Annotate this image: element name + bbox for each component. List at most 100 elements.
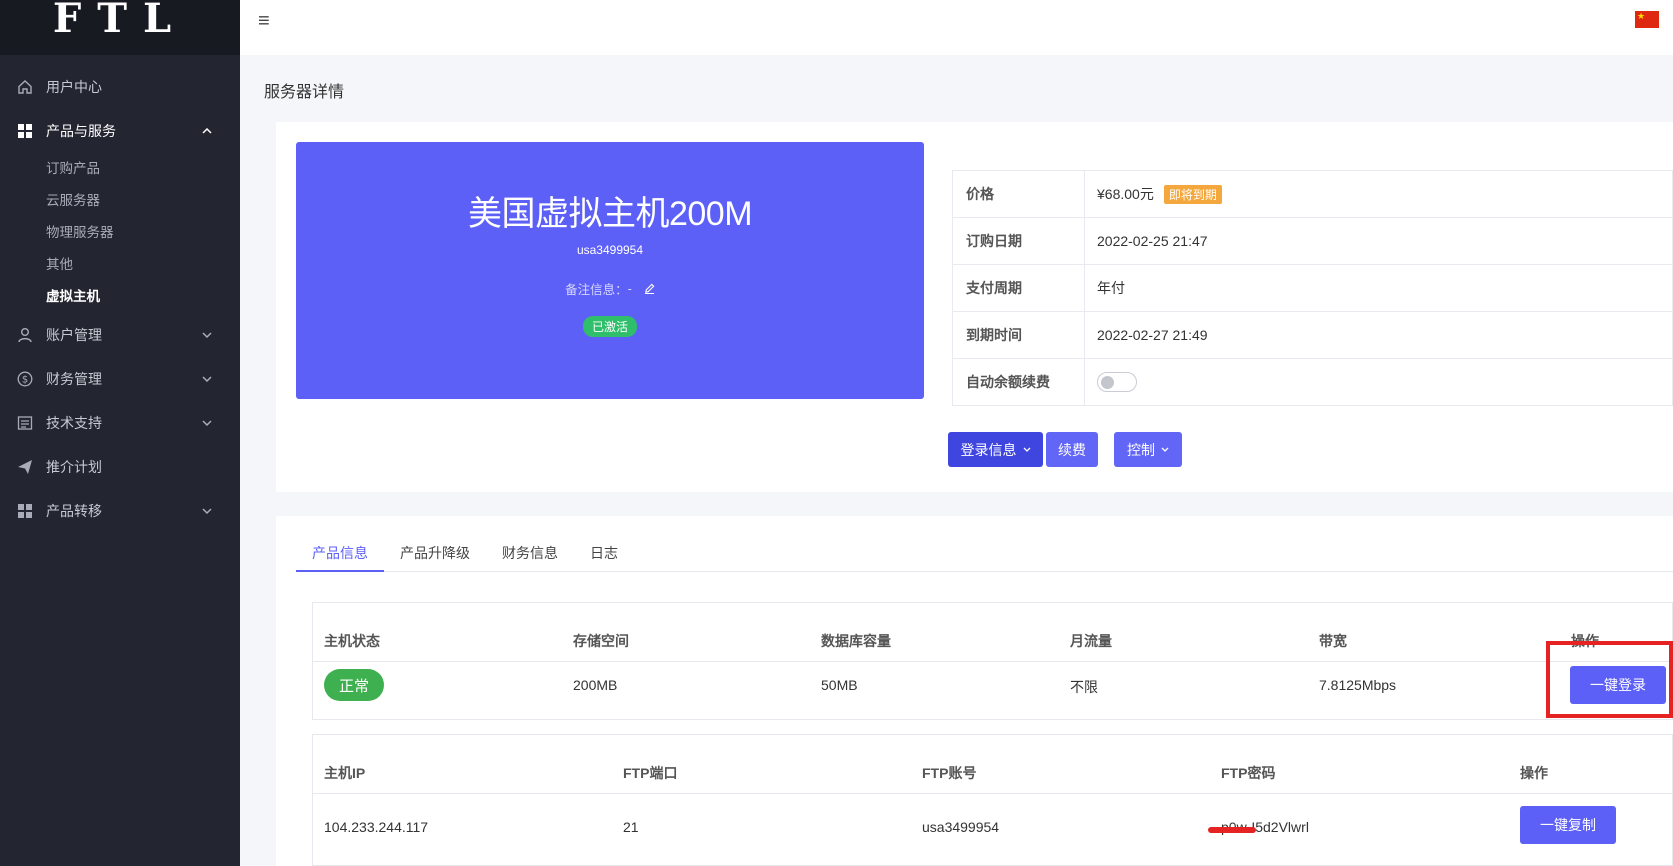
paper-plane-icon <box>16 458 34 476</box>
sidebar-nav: 用户中心 产品与服务 订购产品 云服务器 物理服务器 其他 虚拟主机 账户管理 <box>0 65 240 533</box>
chevron-up-icon <box>202 128 212 134</box>
sidebar-item-account[interactable]: 账户管理 <box>0 313 240 357</box>
dollar-icon: $ <box>16 370 34 388</box>
note-value: - <box>627 281 632 296</box>
logo[interactable]: FTL <box>0 0 240 55</box>
sidebar-item-label: 产品与服务 <box>46 123 116 139</box>
server-info-table: 价格 ¥68.00元 即将到期 订购日期 2022-02-25 21:47 支付周… <box>952 170 1673 406</box>
tab-product-info[interactable]: 产品信息 <box>296 538 384 572</box>
table-header-row: 主机IP FTP端口 FTP账号 FTP密码 操作 <box>313 735 1672 794</box>
column-header: 主机状态 <box>324 633 380 649</box>
product-username: usa3499954 <box>576 243 644 257</box>
svg-text:$: $ <box>22 375 28 386</box>
sidebar-submenu: 订购产品 云服务器 物理服务器 其他 虚拟主机 <box>0 153 240 313</box>
note-row: 备注信息： - <box>296 279 924 298</box>
column-header: FTP端口 <box>623 765 678 781</box>
sidebar-subitem-other[interactable]: 其他 <box>0 249 240 281</box>
column-header: 数据库容量 <box>821 633 891 649</box>
info-value: 2022-02-27 21:49 <box>1084 311 1673 359</box>
sidebar-subitem-physical-server[interactable]: 物理服务器 <box>0 217 240 249</box>
info-row-price: 价格 ¥68.00元 即将到期 <box>952 170 1673 218</box>
bandwidth-value: 7.8125Mbps <box>1319 677 1397 693</box>
sidebar-item-label: 技术支持 <box>46 415 102 431</box>
tab-finance[interactable]: 财务信息 <box>486 538 574 572</box>
price-value: ¥68.00元 <box>1097 186 1154 202</box>
redaction-mark <box>1208 827 1256 833</box>
info-label: 支付周期 <box>952 264 1085 312</box>
tab-log[interactable]: 日志 <box>574 538 634 572</box>
table-header-row: 主机状态 存储空间 数据库容量 月流量 带宽 操作 <box>313 603 1672 662</box>
sidebar-item-referral[interactable]: 推介计划 <box>0 445 240 489</box>
home-icon <box>16 78 34 96</box>
column-header: 带宽 <box>1319 633 1347 649</box>
info-value <box>1084 358 1673 406</box>
note-label: 备注信息： <box>565 283 628 297</box>
traffic-value: 不限 <box>1070 679 1098 695</box>
one-click-copy-button[interactable]: 一键复制 <box>1520 806 1616 844</box>
host-status-table: 主机状态 存储空间 数据库容量 月流量 带宽 操作 正常 200MB 50MB … <box>312 602 1673 720</box>
tab-upgrade[interactable]: 产品升降级 <box>384 538 486 572</box>
grid-icon <box>16 502 34 520</box>
db-capacity-value: 50MB <box>821 677 858 693</box>
renew-button[interactable]: 续费 <box>1046 432 1098 467</box>
chevron-down-icon <box>202 420 212 426</box>
ftp-account-value: usa3499954 <box>922 819 1000 835</box>
info-row-auto-renew: 自动余额续费 <box>952 358 1673 406</box>
expiring-tag: 即将到期 <box>1163 185 1222 204</box>
status-badge: 已激活 <box>582 316 637 337</box>
column-header: FTP密码 <box>1221 765 1276 781</box>
control-label: 控制 <box>1127 441 1155 458</box>
chevron-down-icon <box>202 508 212 514</box>
top-bar: ≡ ★ <box>240 0 1673 55</box>
info-row-expiry: 到期时间 2022-02-27 21:49 <box>952 311 1673 359</box>
ftp-port-value: 21 <box>623 819 639 835</box>
chevron-down-icon <box>1161 447 1169 452</box>
edit-icon[interactable] <box>644 283 655 294</box>
info-label: 价格 <box>952 170 1085 218</box>
host-ip-value: 104.233.244.117 <box>324 819 429 835</box>
auto-renew-toggle[interactable] <box>1097 372 1137 392</box>
highlight-box <box>1546 641 1673 718</box>
sidebar-subitem-cloud-server[interactable]: 云服务器 <box>0 185 240 217</box>
sidebar-subitem-virtual-host[interactable]: 虚拟主机 <box>0 281 240 313</box>
chevron-down-icon <box>1023 447 1031 452</box>
grid-icon <box>16 122 34 140</box>
hamburger-menu-icon[interactable]: ≡ <box>258 10 270 33</box>
info-label: 订购日期 <box>952 217 1085 265</box>
info-label: 到期时间 <box>952 311 1085 359</box>
logo-text: FTL <box>52 0 188 42</box>
login-info-label: 登录信息 <box>960 441 1017 458</box>
sidebar-item-user-center[interactable]: 用户中心 <box>0 65 240 109</box>
sidebar-item-finance[interactable]: $ 财务管理 <box>0 357 240 401</box>
sidebar-item-support[interactable]: 技术支持 <box>0 401 240 445</box>
column-header: 主机IP <box>324 765 366 781</box>
info-value: 年付 <box>1084 264 1673 312</box>
info-value: ¥68.00元 即将到期 <box>1084 170 1673 218</box>
chevron-down-icon <box>202 376 212 382</box>
sidebar-subitem-order[interactable]: 订购产品 <box>0 153 240 185</box>
column-header: 操作 <box>1520 765 1548 781</box>
sidebar-item-label: 用户中心 <box>46 79 102 95</box>
storage-value: 200MB <box>573 677 618 693</box>
info-value: 2022-02-25 21:47 <box>1084 217 1673 265</box>
product-hero-panel: 美国虚拟主机200M usa3499954 备注信息： - 已激活 <box>296 142 924 399</box>
china-flag-icon[interactable]: ★ <box>1635 11 1659 28</box>
column-header: 月流量 <box>1070 633 1112 649</box>
user-icon <box>16 326 34 344</box>
detail-tabs: 产品信息 产品升降级 财务信息 日志 <box>296 538 1673 572</box>
ftp-info-table: 主机IP FTP端口 FTP账号 FTP密码 操作 104.233.244.11… <box>312 734 1673 866</box>
host-status-badge: 正常 <box>324 669 384 701</box>
info-row-cycle: 支付周期 年付 <box>952 264 1673 312</box>
sidebar: FTL 用户中心 产品与服务 订购产品 云服务器 物理服务器 其他 虚拟主机 账… <box>0 0 240 866</box>
column-header: 存储空间 <box>573 633 629 649</box>
sidebar-item-label: 产品转移 <box>46 503 102 519</box>
sidebar-item-products-services[interactable]: 产品与服务 <box>0 109 240 153</box>
control-button[interactable]: 控制 <box>1114 432 1182 467</box>
sidebar-item-label: 推介计划 <box>46 459 102 475</box>
column-header: FTP账号 <box>922 765 977 781</box>
chevron-down-icon <box>202 332 212 338</box>
product-name: 美国虚拟主机200M <box>467 195 753 233</box>
login-info-button[interactable]: 登录信息 <box>948 432 1043 467</box>
sidebar-item-transfer[interactable]: 产品转移 <box>0 489 240 533</box>
page-title: 服务器详情 <box>264 84 345 101</box>
